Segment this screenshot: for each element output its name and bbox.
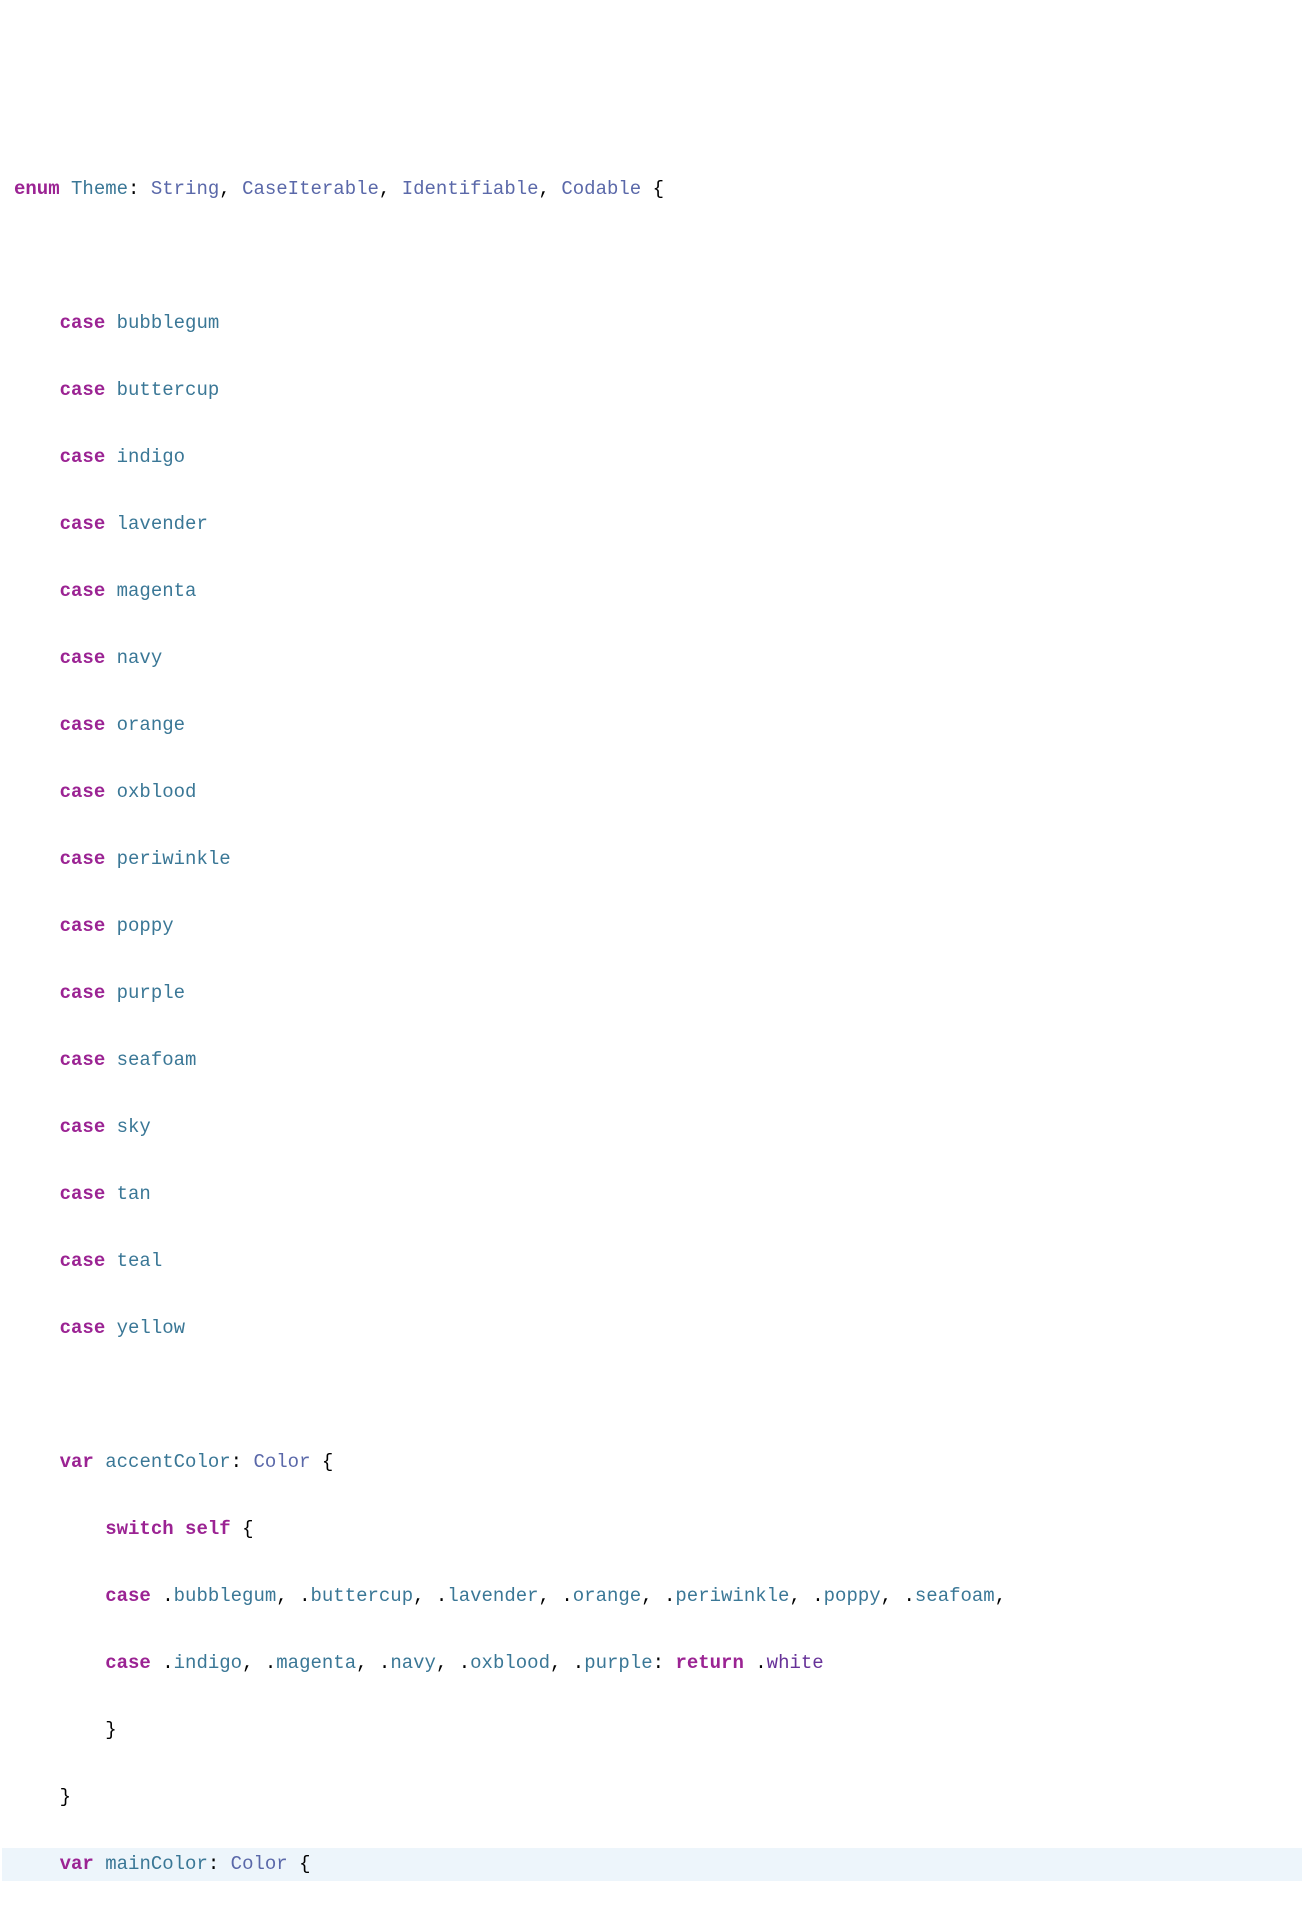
code-line: case oxblood [2,776,1302,810]
var-name: accentColor [105,1451,230,1473]
code-line: case bubblegum [2,307,1302,341]
code-line: enum Theme: String, CaseIterable, Identi… [2,173,1302,207]
type-name: Color [231,1853,288,1875]
protocol: Identifiable [402,178,539,200]
code-line: case orange [2,709,1302,743]
case-name: teal [117,1250,163,1272]
code-line: case yellow [2,1312,1302,1346]
type-name: Color [253,1451,310,1473]
code-line: case periwinkle [2,843,1302,877]
code-line: case lavender [2,508,1302,542]
code-line: case .bubblegum, .buttercup, .lavender, … [2,1580,1302,1614]
colon: : [128,178,139,200]
code-line: case tan [2,1178,1302,1212]
blank-line [2,1379,1302,1413]
case-name: seafoam [117,1049,197,1071]
return-value: white [767,1652,824,1674]
code-line: case magenta [2,575,1302,609]
code-line: case .indigo, .magenta, .navy, .oxblood,… [2,1647,1302,1681]
code-line: case teal [2,1245,1302,1279]
case-name: periwinkle [117,848,231,870]
code-line: } [2,1714,1302,1748]
case-name: tan [117,1183,151,1205]
code-line: case poppy [2,910,1302,944]
case-name: sky [117,1116,151,1138]
protocol: CaseIterable [242,178,379,200]
protocol: Codable [561,178,641,200]
code-line: case sky [2,1111,1302,1145]
var-name: mainColor [105,1853,208,1875]
blank-line [2,240,1302,274]
case-name: purple [117,982,185,1004]
keyword-enum: enum [14,178,60,200]
code-line: case navy [2,642,1302,676]
code-line-current: var mainColor: Color { [2,1848,1302,1882]
case-name: bubblegum [117,312,220,334]
case-name: poppy [117,915,174,937]
case-name: indigo [117,446,185,468]
case-name: navy [117,647,163,669]
code-line: case purple [2,977,1302,1011]
code-editor[interactable]: enum Theme: String, CaseIterable, Identi… [2,139,1302,1912]
case-name: lavender [117,513,208,535]
case-name: magenta [117,580,197,602]
code-line: case seafoam [2,1044,1302,1078]
brace-open: { [653,178,664,200]
enum-name: Theme [71,178,128,200]
case-name: yellow [117,1317,185,1339]
case-name: buttercup [117,379,220,401]
case-name: oxblood [117,781,197,803]
code-line: case buttercup [2,374,1302,408]
code-line: switch self { [2,1513,1302,1547]
protocol: String [151,178,219,200]
code-line: } [2,1781,1302,1815]
code-line: case indigo [2,441,1302,475]
case-name: orange [117,714,185,736]
code-line: var accentColor: Color { [2,1446,1302,1480]
